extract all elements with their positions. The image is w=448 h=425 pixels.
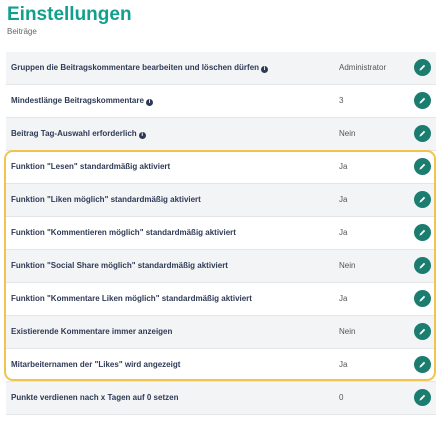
edit-button[interactable] <box>414 257 431 274</box>
setting-row: Funktion "Kommentare Liken möglich" stan… <box>6 283 436 316</box>
setting-label: Funktion "Kommentieren möglich" standard… <box>11 228 236 237</box>
edit-button[interactable] <box>414 59 431 76</box>
setting-label: Funktion "Kommentare Liken möglich" stan… <box>11 294 252 303</box>
setting-label: Funktion "Lesen" standardmäßig aktiviert <box>11 162 170 171</box>
setting-value: 0 <box>339 393 344 402</box>
edit-button[interactable] <box>414 158 431 175</box>
setting-label: Gruppen die Beitragskommentare bearbeite… <box>11 63 269 73</box>
setting-label-text: Beitrag Tag-Auswahl erforderlich <box>11 129 137 138</box>
setting-row: Funktion "Lesen" standardmäßig aktiviert… <box>6 151 436 184</box>
settings-list: Gruppen die Beitragskommentare bearbeite… <box>6 52 436 415</box>
setting-label: Existierende Kommentare immer anzeigen <box>11 327 172 336</box>
setting-value: Ja <box>339 360 348 369</box>
setting-row: Existierende Kommentare immer anzeigen Ne… <box>6 316 436 349</box>
edit-button[interactable] <box>414 356 431 373</box>
edit-button[interactable] <box>414 224 431 241</box>
setting-label: Funktion "Social Share möglich" standard… <box>11 261 228 270</box>
info-icon[interactable]: i <box>261 66 269 73</box>
setting-label-text: Funktion "Lesen" standardmäßig aktiviert <box>11 162 171 171</box>
pencil-icon <box>418 129 427 138</box>
page-title: Einstellungen <box>7 4 132 25</box>
setting-label-text: Funktion "Kommentieren möglich" standard… <box>11 228 236 237</box>
pencil-icon <box>418 294 427 303</box>
page-subtitle: Beiträge <box>7 27 37 36</box>
setting-value: 3 <box>339 96 344 105</box>
setting-label: Punkte verdienen nach x Tagen auf 0 setz… <box>11 393 178 402</box>
edit-button[interactable] <box>414 125 431 142</box>
pencil-icon <box>418 261 427 270</box>
setting-row: Funktion "Liken möglich" standardmäßig a… <box>6 184 436 217</box>
edit-button[interactable] <box>414 389 431 406</box>
setting-value: Administrator <box>339 63 387 72</box>
edit-button[interactable] <box>414 323 431 340</box>
pencil-icon <box>418 327 427 336</box>
setting-row: Beitrag Tag-Auswahl erforderlich i Nein <box>6 118 436 151</box>
setting-value: Ja <box>339 162 348 171</box>
setting-value: Nein <box>339 129 356 138</box>
pencil-icon <box>418 63 427 72</box>
setting-row: Punkte verdienen nach x Tagen auf 0 setz… <box>6 382 436 415</box>
pencil-icon <box>418 393 427 402</box>
setting-label: Mindestlänge Beitragskommentare i <box>11 96 153 106</box>
setting-label-text: Mitarbeiternamen der "Likes" wird angeze… <box>11 360 181 369</box>
setting-label-text: Funktion "Liken möglich" standardmäßig a… <box>11 195 201 204</box>
setting-row: Gruppen die Beitragskommentare bearbeite… <box>6 52 436 85</box>
setting-value: Nein <box>339 261 356 270</box>
setting-value: Nein <box>339 327 356 336</box>
edit-button[interactable] <box>414 290 431 307</box>
setting-label-text: Gruppen die Beitragskommentare bearbeite… <box>11 63 260 72</box>
pencil-icon <box>418 96 427 105</box>
setting-row: Funktion "Social Share möglich" standard… <box>6 250 436 283</box>
setting-value: Ja <box>339 294 348 303</box>
setting-row: Funktion "Kommentieren möglich" standard… <box>6 217 436 250</box>
pencil-icon <box>418 195 427 204</box>
pencil-icon <box>418 360 427 369</box>
setting-row: Mindestlänge Beitragskommentare i 3 <box>6 85 436 118</box>
setting-label: Mitarbeiternamen der "Likes" wird angeze… <box>11 360 180 369</box>
setting-row: Mitarbeiternamen der "Likes" wird angeze… <box>6 349 436 382</box>
edit-button[interactable] <box>414 191 431 208</box>
info-icon[interactable]: i <box>145 99 153 106</box>
setting-label-text: Funktion "Social Share möglich" standard… <box>11 261 228 270</box>
setting-label-text: Punkte verdienen nach x Tagen auf 0 setz… <box>11 393 179 402</box>
setting-label-text: Mindestlänge Beitragskommentare <box>11 96 144 105</box>
pencil-icon <box>418 162 427 171</box>
setting-label: Beitrag Tag-Auswahl erforderlich i <box>11 129 146 139</box>
setting-label-text: Funktion "Kommentare Liken möglich" stan… <box>11 294 252 303</box>
info-icon[interactable]: i <box>138 132 146 139</box>
edit-button[interactable] <box>414 92 431 109</box>
setting-value: Ja <box>339 195 348 204</box>
setting-label: Funktion "Liken möglich" standardmäßig a… <box>11 195 201 204</box>
pencil-icon <box>418 228 427 237</box>
setting-value: Ja <box>339 228 348 237</box>
setting-label-text: Existierende Kommentare immer anzeigen <box>11 327 173 336</box>
